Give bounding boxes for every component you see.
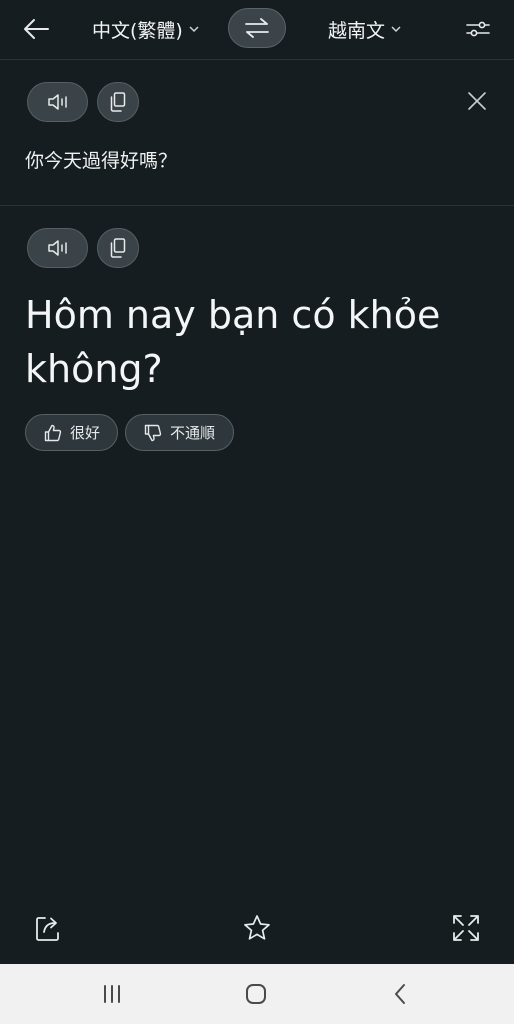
chevron-left-icon [395, 984, 405, 1004]
source-language-label: 中文(繁體) [92, 19, 183, 42]
speaker-icon [47, 240, 67, 256]
expand-icon [453, 915, 479, 941]
feedback-good-button[interactable]: 很好 [25, 414, 118, 451]
thumbs-down-icon [144, 424, 162, 442]
speaker-icon [47, 94, 67, 110]
star-icon [244, 915, 270, 940]
home-button[interactable] [234, 976, 278, 1012]
chevron-down-icon [391, 25, 401, 33]
translation-result: Hôm nay bạn có khỏe không? [25, 293, 441, 391]
system-navigation-bar [0, 964, 514, 1024]
source-text[interactable]: 你今天過得好嗎？ [25, 146, 177, 173]
share-icon [36, 917, 59, 941]
result-copy-button[interactable] [97, 228, 139, 268]
source-speak-button[interactable] [27, 82, 88, 122]
swap-languages-button[interactable] [228, 8, 286, 48]
source-panel: 你今天過得好嗎？ [0, 60, 514, 206]
home-icon [246, 984, 266, 1004]
copy-icon [110, 238, 126, 258]
target-language-label: 越南文 [328, 19, 386, 42]
sliders-icon [466, 21, 490, 37]
translator-app: 中文(繁體) 越南文 你今天過得好嗎？ Hôm nay bạn có khỏe … [0, 0, 514, 1024]
favorite-button[interactable] [235, 906, 279, 950]
feedback-bad-label: 不通順 [170, 424, 216, 442]
close-icon [468, 92, 486, 110]
target-language-selector[interactable]: 越南文 [328, 14, 401, 44]
chevron-down-icon [189, 25, 199, 33]
recent-apps-button[interactable] [90, 976, 134, 1012]
arrow-left-icon [24, 19, 49, 39]
source-language-selector[interactable]: 中文(繁體) [92, 14, 199, 44]
result-speak-button[interactable] [27, 228, 88, 268]
system-back-button[interactable] [378, 976, 422, 1012]
feedback-good-label: 很好 [70, 424, 101, 442]
top-bar: 中文(繁體) 越南文 [0, 0, 514, 60]
thumbs-up-icon [44, 424, 62, 442]
settings-button[interactable] [458, 12, 498, 46]
recent-apps-icon [104, 985, 120, 1003]
back-button[interactable] [14, 10, 58, 48]
share-button[interactable] [26, 906, 70, 950]
fullscreen-button[interactable] [444, 906, 488, 950]
clear-input-button[interactable] [460, 84, 494, 118]
feedback-bad-button[interactable]: 不通順 [125, 414, 234, 451]
copy-icon [110, 92, 126, 112]
swap-arrows-icon [245, 18, 269, 38]
source-copy-button[interactable] [97, 82, 139, 122]
